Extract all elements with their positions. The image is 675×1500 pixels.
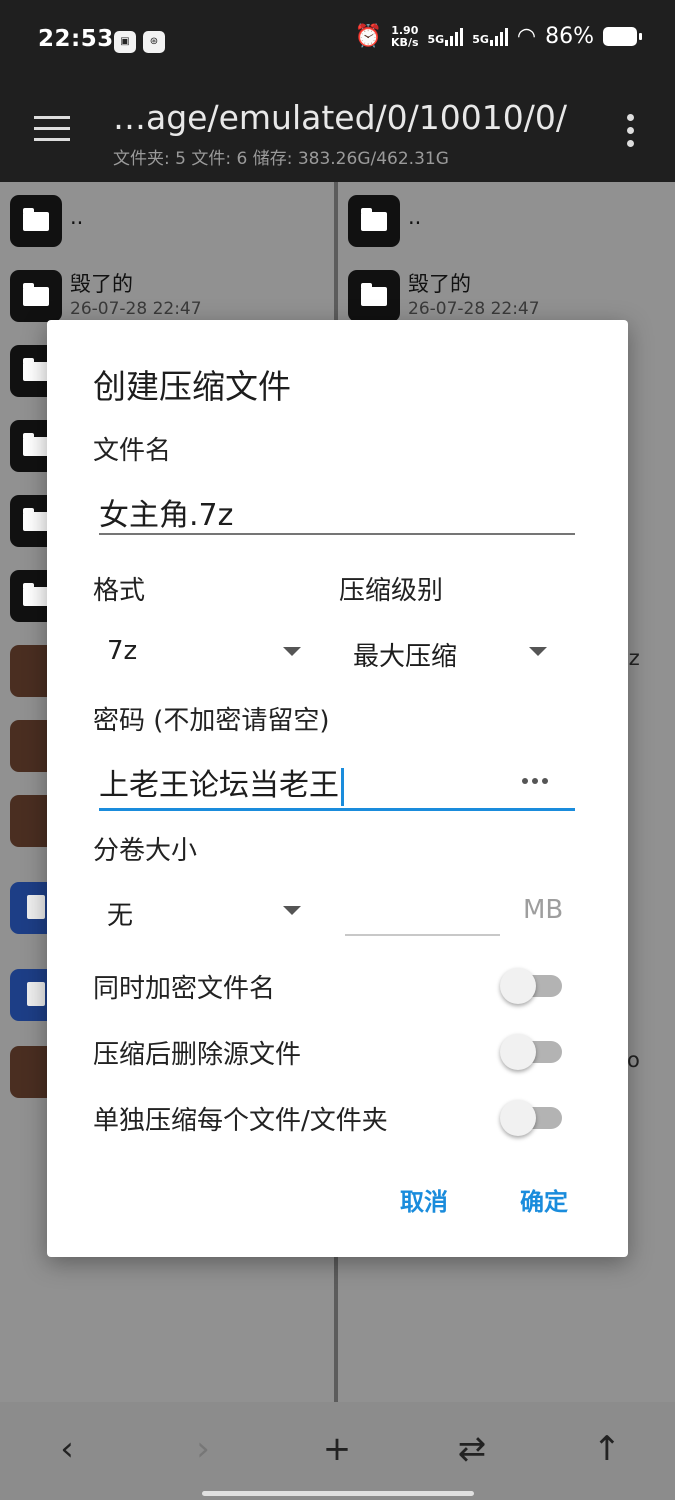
split-unit-label: MB [523, 895, 564, 925]
create-archive-dialog: 创建压缩文件 文件名 女主角.7z 格式 压缩级别 7z 最大压缩 密码 (不加… [47, 320, 628, 1257]
forward-icon[interactable]: › [178, 1424, 228, 1474]
file-name: .. [408, 205, 422, 229]
folder-icon [348, 270, 400, 322]
file-name: 毁了的 [408, 272, 471, 296]
split-size-input[interactable] [345, 934, 500, 936]
partial-file-name: o [627, 1048, 640, 1072]
delete-source-toggle[interactable] [500, 1032, 562, 1070]
add-icon[interactable]: + [312, 1424, 362, 1474]
signal-icon-2: 5G [472, 27, 508, 46]
menu-icon[interactable] [34, 116, 70, 144]
alarm-icon: ⏰ [354, 24, 383, 49]
option-label: 压缩后删除源文件 [93, 1040, 302, 1070]
file-date: 26-07-28 22:47 [70, 299, 202, 319]
folder-icon [348, 195, 400, 247]
password-underline [99, 808, 575, 811]
format-dropdown-icon[interactable] [283, 647, 301, 656]
battery-percent: 86% [545, 24, 594, 49]
compress-individually-toggle[interactable] [500, 1098, 562, 1136]
signal-icon: 5G [428, 27, 464, 46]
cancel-button[interactable]: 取消 [400, 1182, 448, 1217]
password-label: 密码 (不加密请留空) [93, 706, 330, 736]
option-label: 同时加密文件名 [93, 974, 276, 1004]
folder-icon [10, 195, 62, 247]
split-size-label: 分卷大小 [93, 836, 198, 866]
split-dropdown-icon[interactable] [283, 906, 301, 915]
option-label: 单独压缩每个文件/文件夹 [93, 1106, 388, 1136]
notification-cloud-icon: ⊛ [143, 31, 165, 53]
app-bar: …age/emulated/0/10010/0/ 文件夹: 5 文件: 6 储存… [0, 84, 675, 182]
bottom-toolbar: ‹ › + ⇄ ↑ [0, 1402, 675, 1500]
file-name: .. [70, 205, 84, 229]
back-icon[interactable]: ‹ [42, 1424, 92, 1474]
notification-app-icon: ▣ [114, 31, 136, 53]
more-options-icon[interactable] [627, 114, 635, 153]
battery-icon [603, 27, 642, 46]
file-date: 26-07-28 22:47 [408, 299, 540, 319]
filename-label: 文件名 [93, 436, 172, 466]
format-label: 格式 [93, 576, 146, 606]
compression-level-select[interactable]: 最大压缩 [353, 636, 457, 673]
home-indicator[interactable] [202, 1491, 474, 1496]
swap-panes-icon[interactable]: ⇄ [447, 1424, 497, 1474]
parent-directory-icon[interactable]: ↑ [582, 1424, 632, 1474]
network-speed: 1.90 KB/s [391, 23, 419, 49]
filename-input[interactable]: 女主角.7z [99, 490, 233, 534]
filename-underline [99, 533, 575, 535]
storage-summary: 文件夹: 5 文件: 6 储存: 383.26G/462.31G [113, 149, 449, 169]
level-dropdown-icon[interactable] [529, 647, 547, 656]
split-size-select[interactable]: 无 [107, 895, 133, 932]
password-input[interactable]: 上老王论坛当老王 [99, 760, 344, 806]
password-visibility-icon[interactable] [522, 778, 548, 784]
compression-level-label: 压缩级别 [339, 576, 444, 606]
status-time: 22:53 [38, 26, 114, 52]
text-caret [341, 767, 344, 806]
format-select[interactable]: 7z [107, 636, 137, 666]
current-path: …age/emulated/0/10010/0/ [113, 98, 567, 137]
file-name: 毁了的 [70, 272, 133, 296]
encrypt-filenames-toggle[interactable] [500, 966, 562, 1004]
dialog-title: 创建压缩文件 [93, 367, 291, 406]
status-indicators: ⏰ 1.90 KB/s 5G 5G ◠ 86% [354, 23, 642, 49]
wifi-icon: ◠ [516, 24, 537, 49]
confirm-button[interactable]: 确定 [520, 1182, 568, 1217]
folder-icon [10, 270, 62, 322]
status-bar: 22:53 ▣ ⊛ ⏰ 1.90 KB/s 5G 5G ◠ 86% [0, 0, 675, 84]
